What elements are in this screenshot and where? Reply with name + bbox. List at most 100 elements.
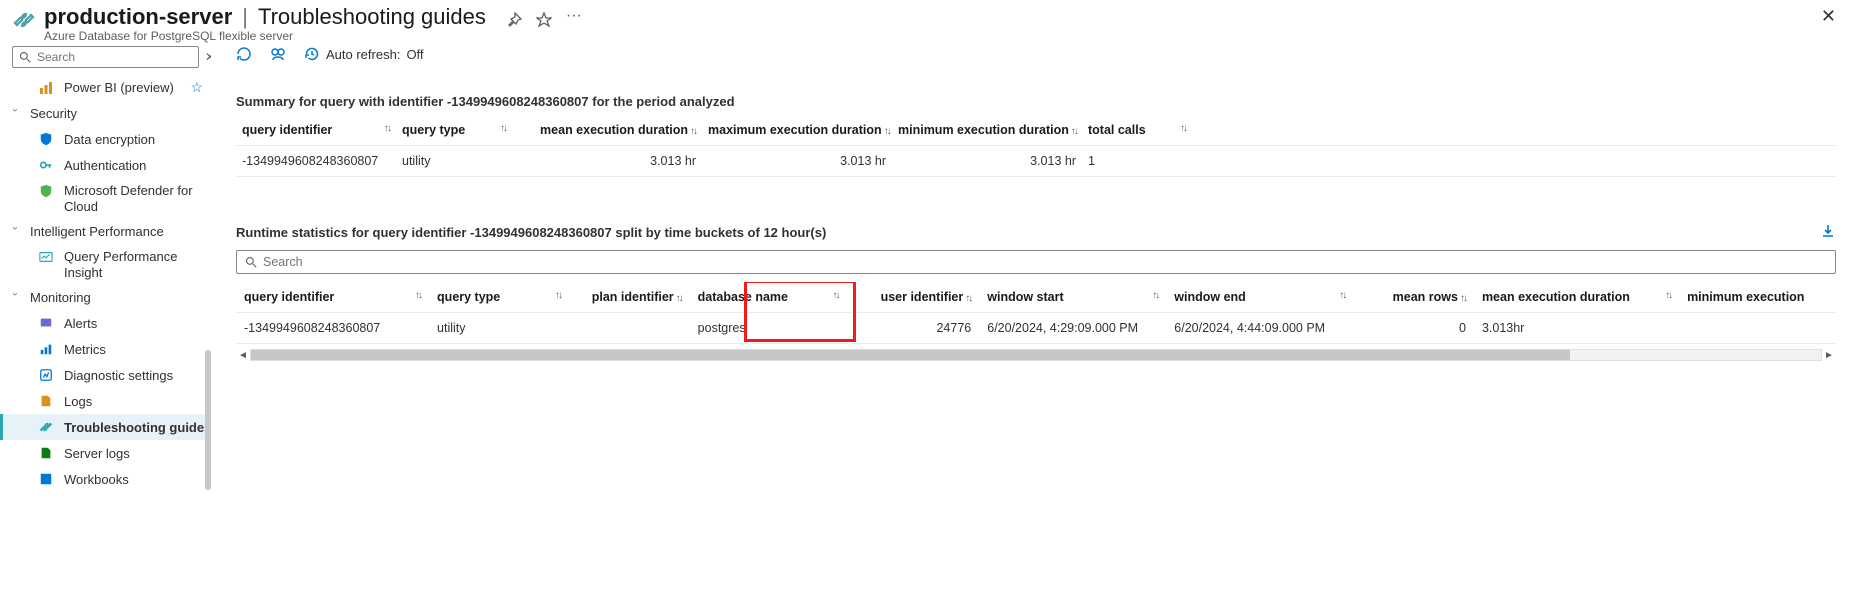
pin-icon[interactable]	[506, 12, 522, 28]
sidebar-item-authentication[interactable]: Authentication	[0, 152, 211, 178]
cell-calls: 1	[1082, 146, 1192, 177]
sidebar-label: Alerts	[64, 316, 97, 331]
close-button[interactable]: ✕	[1821, 6, 1836, 27]
cell-minexec	[1679, 313, 1836, 344]
sidebar-clear-button[interactable]: ✕	[205, 50, 212, 64]
sidebar-item-workbooks[interactable]: Workbooks	[0, 466, 211, 492]
auto-refresh-value: Off	[406, 47, 423, 62]
sidebar-section-security[interactable]: › Security	[0, 101, 211, 126]
troubleshoot-small-icon	[38, 419, 54, 435]
cell-qtype: utility	[429, 313, 569, 344]
metrics-icon	[38, 341, 54, 357]
chevron-down-icon: ›	[10, 109, 21, 119]
chevron-down-icon: ›	[10, 293, 21, 303]
runtime-search[interactable]	[236, 250, 1836, 274]
sidebar-section-label: Intelligent Performance	[30, 224, 164, 239]
chevron-down-icon: ›	[10, 227, 21, 237]
page-header: production-server | Troubleshooting guid…	[0, 0, 1852, 40]
sidebar-section-intelligent[interactable]: › Intelligent Performance	[0, 219, 211, 244]
toolbar: Auto refresh: Off	[236, 40, 1836, 72]
col-window-start[interactable]: window start↑↓	[979, 282, 1166, 313]
main-content: Auto refresh: Off Summary for query with…	[212, 40, 1852, 610]
auto-refresh-toggle[interactable]: Auto refresh: Off	[304, 46, 424, 62]
col-max-exec[interactable]: maximum execution duration↑↓	[702, 115, 892, 146]
col-window-end[interactable]: window end↑↓	[1166, 282, 1353, 313]
scroll-track[interactable]	[250, 349, 1822, 361]
sidebar-item-troubleshooting[interactable]: Troubleshooting guides	[0, 414, 211, 440]
col-min-exec[interactable]: minimum execution duration↑↓	[892, 115, 1082, 146]
server-name: production-server	[44, 4, 232, 30]
sidebar-label: Server logs	[64, 446, 130, 461]
logs-icon	[38, 393, 54, 409]
sidebar-label: Data encryption	[64, 132, 155, 147]
diagnostic-icon	[38, 367, 54, 383]
runtime-search-input[interactable]	[263, 255, 1827, 269]
col-query-identifier[interactable]: query identifier↑↓	[236, 282, 429, 313]
sidebar-item-data-encryption[interactable]: Data encryption	[0, 126, 211, 152]
col-total-calls[interactable]: total calls↑↓	[1082, 115, 1192, 146]
page-title: Troubleshooting guides	[258, 4, 486, 30]
title-separator: |	[242, 4, 248, 30]
col-mean-exec[interactable]: mean execution duration↑↓	[512, 115, 702, 146]
sidebar-item-diagnostic[interactable]: Diagnostic settings	[0, 362, 211, 388]
download-icon[interactable]	[1820, 223, 1836, 242]
auto-refresh-label: Auto refresh:	[326, 47, 400, 62]
sidebar-label: Power BI (preview)	[64, 80, 174, 95]
cell-db: postgres	[690, 313, 847, 344]
sidebar-item-powerbi[interactable]: Power BI (preview) ☆	[0, 74, 211, 101]
sidebar-section-monitoring[interactable]: › Monitoring	[0, 285, 211, 310]
more-icon[interactable]: ···	[566, 12, 582, 28]
sidebar-item-defender[interactable]: Microsoft Defender for Cloud	[0, 178, 211, 219]
table-row[interactable]: -1349949608248360807 utility postgres 24…	[236, 313, 1836, 344]
title-block: production-server | Troubleshooting guid…	[44, 4, 1836, 43]
sidebar-item-metrics[interactable]: Metrics	[0, 336, 211, 362]
horizontal-scrollbar[interactable]: ◄ ►	[236, 348, 1836, 362]
server-logs-icon	[38, 445, 54, 461]
shield-icon	[38, 131, 54, 147]
refresh-icon[interactable]	[236, 46, 252, 62]
col-mean-exec[interactable]: mean execution duration↑↓	[1474, 282, 1679, 313]
sidebar-item-alerts[interactable]: Alerts	[0, 310, 211, 336]
cell-user: 24776	[847, 313, 980, 344]
col-min-exec[interactable]: minimum execution	[1679, 282, 1836, 313]
col-query-identifier[interactable]: query identifier↑↓	[236, 115, 396, 146]
sidebar-label: Workbooks	[64, 472, 129, 487]
sidebar-label: Authentication	[64, 158, 146, 173]
cell-qtype: utility	[396, 146, 512, 177]
cell-min: 3.013 hr	[892, 146, 1082, 177]
sidebar-search-input[interactable]	[37, 50, 192, 64]
scroll-left-arrow[interactable]: ◄	[236, 350, 250, 361]
workbooks-icon	[38, 471, 54, 487]
favorite-star-icon[interactable]: ☆	[190, 79, 203, 96]
col-query-type[interactable]: query type↑↓	[396, 115, 512, 146]
sidebar-scrollbar-thumb[interactable]	[205, 350, 211, 490]
runtime-title: Runtime statistics for query identifier …	[236, 225, 826, 240]
scroll-thumb[interactable]	[251, 350, 1570, 360]
col-user-id[interactable]: user identifier↑↓	[847, 282, 980, 313]
sidebar-search[interactable]	[12, 46, 199, 68]
col-plan-id[interactable]: plan identifier↑↓	[569, 282, 690, 313]
sidebar-label: Troubleshooting guides	[64, 420, 211, 435]
sidebar-item-qpi[interactable]: Query Performance Insight	[0, 244, 211, 285]
sidebar: ✕ « Power BI (preview) ☆ › Security Data…	[0, 40, 212, 610]
col-mean-rows[interactable]: mean rows↑↓	[1353, 282, 1474, 313]
summary-table: query identifier↑↓ query type↑↓ mean exe…	[236, 115, 1836, 177]
cell-wend: 6/20/2024, 4:44:09.000 PM	[1166, 313, 1353, 344]
history-icon	[304, 46, 320, 62]
col-db-name[interactable]: database name↑↓	[690, 282, 847, 313]
sidebar-section-label: Monitoring	[30, 290, 91, 305]
cell-max: 3.013 hr	[702, 146, 892, 177]
sidebar-item-server-logs[interactable]: Server logs	[0, 440, 211, 466]
cell-wstart: 6/20/2024, 4:29:09.000 PM	[979, 313, 1166, 344]
sidebar-section-label: Security	[30, 106, 77, 121]
sidebar-item-logs[interactable]: Logs	[0, 388, 211, 414]
col-query-type[interactable]: query type↑↓	[429, 282, 569, 313]
favorite-icon[interactable]	[536, 12, 552, 28]
table-row[interactable]: -1349949608248360807 utility 3.013 hr 3.…	[236, 146, 1836, 177]
alerts-icon	[38, 315, 54, 331]
search-icon	[245, 256, 257, 268]
sidebar-label: Logs	[64, 394, 92, 409]
powerbi-icon	[38, 80, 54, 96]
feedback-icon[interactable]	[270, 46, 286, 62]
scroll-right-arrow[interactable]: ►	[1822, 350, 1836, 361]
